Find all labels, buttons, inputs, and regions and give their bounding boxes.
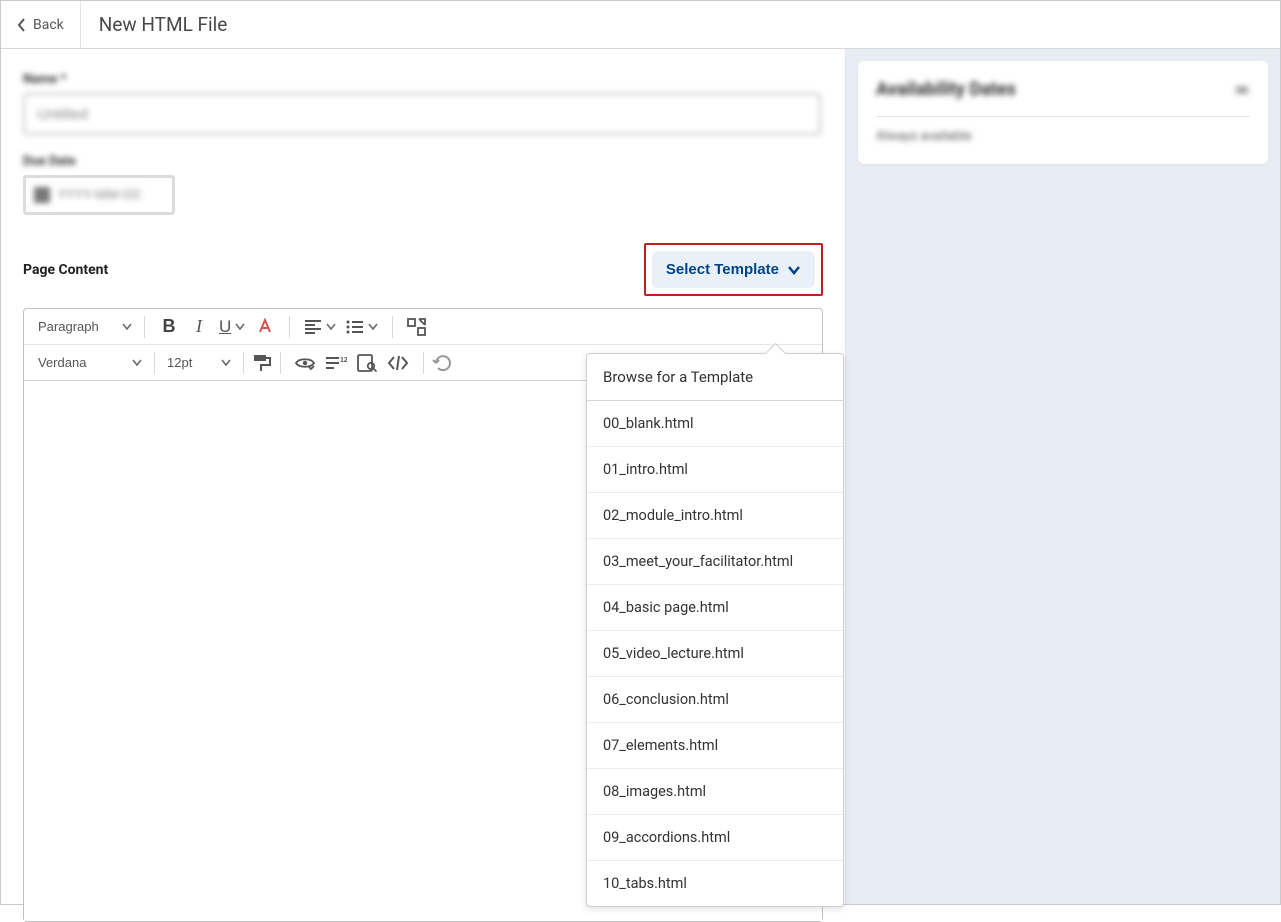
back-button[interactable]: Back <box>1 1 81 48</box>
chevron-down-icon <box>787 265 801 275</box>
font-size-value: 12pt <box>167 355 192 370</box>
main-column: Name * Due Date YYYY-MM-DD Page Content … <box>1 49 846 904</box>
select-template-highlight: Select Template <box>644 243 823 296</box>
italic-button[interactable]: I <box>185 313 213 341</box>
insert-stuff-icon <box>407 318 427 336</box>
template-dropdown-menu: Browse for a Template 00_blank.html01_in… <box>586 353 844 907</box>
chevron-left-icon <box>17 18 27 32</box>
chevron-down-icon <box>132 359 142 367</box>
align-left-icon <box>304 319 322 335</box>
card-divider <box>876 116 1250 117</box>
undo-button[interactable] <box>428 349 456 377</box>
template-option[interactable]: 05_video_lecture.html <box>587 631 843 677</box>
code-icon <box>387 355 409 371</box>
preview-button[interactable] <box>353 349 381 377</box>
align-button[interactable] <box>300 313 340 341</box>
expand-icon[interactable] <box>1234 82 1250 98</box>
italic-icon: I <box>196 316 202 337</box>
availability-card-title: Availability Dates <box>876 79 1016 100</box>
source-code-button[interactable] <box>383 349 413 377</box>
block-format-value: Paragraph <box>38 319 99 334</box>
page-content-header-row: Page Content Select Template <box>23 243 823 296</box>
underline-icon: U <box>219 317 231 337</box>
bullet-list-icon <box>346 319 364 335</box>
template-option[interactable]: 06_conclusion.html <box>587 677 843 723</box>
toolbar-separator <box>280 352 281 374</box>
calendar-icon <box>34 187 50 203</box>
template-option[interactable]: 07_elements.html <box>587 723 843 769</box>
font-family-dropdown[interactable]: Verdana <box>30 349 150 377</box>
template-option[interactable]: 10_tabs.html <box>587 861 843 906</box>
undo-icon <box>432 354 452 372</box>
back-label: Back <box>33 17 64 33</box>
toolbar-separator <box>423 352 424 374</box>
availability-card: Availability Dates Always available <box>858 61 1268 164</box>
toolbar-separator <box>289 316 290 338</box>
word-count-icon: 123 <box>325 355 347 371</box>
preview-icon <box>357 354 377 372</box>
page-header: Back New HTML File <box>1 1 1280 49</box>
availability-card-sub: Always available <box>876 129 1250 144</box>
chevron-down-icon <box>326 323 336 331</box>
template-option[interactable]: 00_blank.html <box>587 401 843 447</box>
toolbar-separator <box>392 316 393 338</box>
select-template-button[interactable]: Select Template <box>652 251 815 288</box>
name-field-group: Name * <box>23 71 823 135</box>
due-date-field-group: Due Date YYYY-MM-DD <box>23 153 823 215</box>
accessibility-checker-button[interactable] <box>291 349 319 377</box>
template-option[interactable]: 04_basic page.html <box>587 585 843 631</box>
template-option[interactable]: 08_images.html <box>587 769 843 815</box>
list-button[interactable] <box>342 313 382 341</box>
format-painter-icon <box>252 354 272 372</box>
format-painter-button[interactable] <box>248 349 276 377</box>
eye-check-icon <box>295 355 315 371</box>
text-color-button[interactable] <box>251 313 279 341</box>
template-option[interactable]: 02_module_intro.html <box>587 493 843 539</box>
text-color-icon <box>256 318 274 336</box>
template-option[interactable]: 01_intro.html <box>587 447 843 493</box>
page-title: New HTML File <box>81 13 246 36</box>
block-format-dropdown[interactable]: Paragraph <box>30 313 140 341</box>
template-option[interactable]: 09_accordions.html <box>587 815 843 861</box>
due-label: Due Date <box>23 154 76 169</box>
toolbar-separator <box>154 352 155 374</box>
chevron-down-icon <box>122 323 132 331</box>
toolbar-separator <box>243 352 244 374</box>
select-template-label: Select Template <box>666 261 779 278</box>
chevron-down-icon <box>368 323 378 331</box>
due-date-input[interactable]: YYYY-MM-DD <box>23 175 175 215</box>
template-option[interactable]: 03_meet_your_facilitator.html <box>587 539 843 585</box>
word-count-button[interactable]: 123 <box>321 349 351 377</box>
chevron-down-icon <box>235 323 245 331</box>
chevron-down-icon <box>221 359 231 367</box>
browse-template-option[interactable]: Browse for a Template <box>587 354 843 401</box>
page-content-label: Page Content <box>23 262 108 278</box>
toolbar-row-1: Paragraph B I U <box>24 309 822 345</box>
name-input[interactable] <box>23 93 821 135</box>
bold-icon: B <box>163 316 176 337</box>
svg-text:123: 123 <box>340 357 347 364</box>
toolbar-separator <box>144 316 145 338</box>
font-family-value: Verdana <box>38 355 86 370</box>
side-column: Availability Dates Always available <box>846 49 1280 904</box>
due-placeholder: YYYY-MM-DD <box>58 188 141 203</box>
layout: Name * Due Date YYYY-MM-DD Page Content … <box>1 49 1280 904</box>
insert-stuff-button[interactable] <box>403 313 431 341</box>
underline-button[interactable]: U <box>215 313 249 341</box>
name-label: Name * <box>23 72 67 87</box>
template-list: 00_blank.html01_intro.html02_module_intr… <box>587 401 843 906</box>
font-size-dropdown[interactable]: 12pt <box>159 349 239 377</box>
bold-button[interactable]: B <box>155 313 183 341</box>
